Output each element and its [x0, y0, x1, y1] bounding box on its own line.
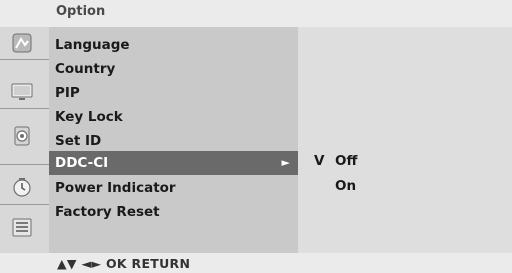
- navigation-hint-bar: ▲▼ ◄► OK RETURN: [0, 253, 512, 273]
- menu-item-country[interactable]: Country: [49, 57, 298, 81]
- menu-item-label: Language: [55, 37, 130, 53]
- menu-item-factory-reset[interactable]: Factory Reset: [49, 200, 298, 224]
- selected-check-mark: V: [314, 153, 325, 169]
- icon-divider: [0, 108, 49, 109]
- menu-item-label: Set ID: [55, 133, 102, 149]
- menu-item-pip[interactable]: PIP: [49, 81, 298, 105]
- navigation-hint: ▲▼ ◄► OK RETURN: [57, 256, 191, 271]
- icon-divider: [0, 59, 49, 60]
- menu-title: Option: [56, 4, 106, 19]
- menu-header: Option: [0, 0, 512, 27]
- menu-item-key-lock[interactable]: Key Lock: [49, 105, 298, 129]
- menu-item-language[interactable]: Language: [49, 33, 298, 57]
- menu-item-label: PIP: [55, 85, 80, 101]
- icon-divider: [0, 204, 49, 205]
- category-icon-column: [0, 27, 49, 253]
- menu-item-label: Power Indicator: [55, 180, 176, 196]
- menu-item-power-indicator[interactable]: Power Indicator: [49, 176, 298, 200]
- menu-item-label: Country: [55, 61, 116, 77]
- menu-item-ddc-ci[interactable]: DDC-CI ►: [49, 151, 298, 175]
- option-on[interactable]: On: [335, 178, 356, 194]
- screen-icon[interactable]: [8, 79, 36, 103]
- speaker-icon[interactable]: [8, 124, 36, 148]
- menu-item-label: Key Lock: [55, 109, 123, 125]
- clock-icon[interactable]: [8, 175, 36, 199]
- picture-icon[interactable]: [8, 31, 36, 55]
- menu-icon[interactable]: [8, 215, 36, 239]
- ddc-ci-submenu: V Off On: [298, 27, 512, 253]
- menu-item-set-id[interactable]: Set ID: [49, 129, 298, 153]
- option-off[interactable]: Off: [335, 153, 357, 169]
- icon-divider: [0, 164, 49, 165]
- menu-item-label: Factory Reset: [55, 204, 160, 220]
- menu-item-label: DDC-CI: [55, 155, 109, 171]
- option-menu-list: Language Country PIP Key Lock Set ID DDC…: [49, 27, 298, 253]
- submenu-arrow-icon: ►: [281, 156, 290, 169]
